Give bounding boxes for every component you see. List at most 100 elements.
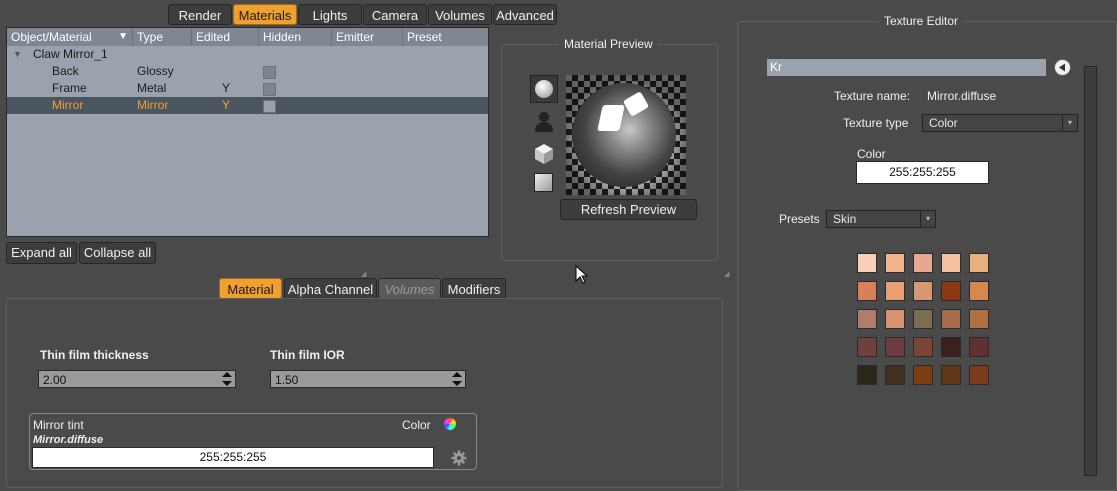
tab-volumes[interactable]: Volumes: [428, 4, 492, 25]
color-label: Color: [857, 147, 886, 161]
preset-swatch[interactable]: [885, 365, 905, 385]
preset-swatch[interactable]: [969, 253, 989, 273]
sphere-shape-button[interactable]: [530, 75, 558, 103]
preset-swatch[interactable]: [857, 365, 877, 385]
tab-alpha-channel[interactable]: Alpha Channel: [284, 278, 377, 299]
chevron-down-icon: ▾: [1062, 115, 1077, 131]
row-edited: Y: [222, 81, 231, 95]
preset-swatch[interactable]: [941, 253, 961, 273]
collapse-all-button[interactable]: Collapse all: [79, 242, 156, 264]
channel-field[interactable]: Kr: [767, 59, 1046, 76]
preset-swatch[interactable]: [941, 337, 961, 357]
bust-icon-shoulders: [535, 122, 553, 132]
thin-film-thickness-spinner[interactable]: 2.00: [38, 370, 236, 388]
mirror-tint-mode: Color: [402, 418, 431, 432]
plane-shape-button[interactable]: [534, 173, 553, 192]
thin-film-thickness-label: Thin film thickness: [40, 348, 149, 362]
texture-name-label: Texture name:: [834, 89, 911, 103]
texture-type-value: Color: [929, 116, 958, 130]
bust-shape-button[interactable]: [530, 108, 558, 136]
presets-label: Presets: [779, 212, 820, 226]
preset-swatch[interactable]: [941, 309, 961, 329]
material-preview-title: Material Preview: [559, 37, 658, 51]
spinner-arrows-icon: [452, 372, 462, 386]
row-name: Frame: [52, 81, 87, 95]
group-label: Claw Mirror_1: [33, 47, 108, 61]
thin-film-ior-label: Thin film IOR: [270, 348, 345, 362]
column-header-edited[interactable]: Edited: [192, 28, 259, 46]
color-wheel-icon[interactable]: [444, 418, 456, 430]
tab-camera[interactable]: Camera: [363, 4, 427, 25]
sort-arrow-icon: ▼: [118, 31, 128, 42]
back-arrow-icon: [1059, 63, 1065, 72]
mirror-tint-label: Mirror tint: [33, 418, 84, 432]
hidden-checkbox[interactable]: [263, 66, 276, 79]
mirror-tint-texture-name: Mirror.diffuse: [33, 434, 104, 446]
preset-swatch[interactable]: [941, 365, 961, 385]
preset-swatch[interactable]: [885, 309, 905, 329]
preset-swatch[interactable]: [857, 253, 877, 273]
preset-swatch[interactable]: [969, 309, 989, 329]
gear-icon[interactable]: [451, 450, 467, 466]
thin-film-ior-spinner[interactable]: 1.50: [270, 370, 466, 388]
splitter-handle-icon[interactable]: ◢: [361, 270, 366, 278]
row-name: Mirror: [52, 98, 84, 112]
preset-swatch[interactable]: [969, 365, 989, 385]
presets-select[interactable]: Skin ▾: [826, 210, 936, 228]
material-preview-image: [566, 75, 686, 195]
cube-icon: [535, 144, 553, 164]
texture-color-field[interactable]: 255:255:255: [856, 161, 989, 184]
table-row-selected[interactable]: Mirror Mirror Y: [7, 97, 488, 114]
tab-render[interactable]: Render: [168, 4, 232, 25]
preview-sphere: [572, 83, 676, 187]
column-header-hidden[interactable]: Hidden: [259, 28, 332, 46]
tab-volumes-disabled: Volumes: [378, 278, 441, 299]
scrollbar-track[interactable]: [1084, 66, 1097, 476]
preset-swatch[interactable]: [857, 309, 877, 329]
table-row[interactable]: Back Glossy: [7, 63, 488, 80]
row-name: Back: [52, 64, 79, 78]
presets-value: Skin: [833, 212, 857, 226]
texture-type-select[interactable]: Color ▾: [922, 114, 1078, 132]
row-type: Glossy: [137, 64, 174, 78]
texture-name-value: Mirror.diffuse: [927, 89, 997, 103]
thin-film-thickness-value: 2.00: [43, 373, 67, 387]
preset-swatch[interactable]: [857, 281, 877, 301]
preset-swatch[interactable]: [885, 253, 905, 273]
preset-swatch[interactable]: [913, 253, 933, 273]
column-header-type[interactable]: Type: [133, 28, 192, 46]
preset-swatch[interactable]: [885, 281, 905, 301]
table-row[interactable]: Frame Metal Y: [7, 80, 488, 97]
tab-modifiers[interactable]: Modifiers: [442, 278, 506, 299]
column-header-object-material[interactable]: Object/Material ▼: [7, 28, 133, 46]
preset-swatch[interactable]: [913, 365, 933, 385]
preset-swatch[interactable]: [857, 337, 877, 357]
preset-swatch[interactable]: [941, 281, 961, 301]
mouse-cursor-icon: [575, 265, 589, 284]
splitter-handle-icon[interactable]: ◢: [724, 270, 729, 278]
preset-swatch[interactable]: [885, 337, 905, 357]
tab-material[interactable]: Material: [219, 278, 282, 299]
preset-swatch[interactable]: [913, 337, 933, 357]
tab-materials[interactable]: Materials: [233, 4, 297, 25]
hidden-checkbox[interactable]: [263, 83, 276, 96]
tab-advanced[interactable]: Advanced: [493, 4, 557, 25]
preset-swatch[interactable]: [913, 309, 933, 329]
expand-all-button[interactable]: Expand all: [6, 242, 77, 264]
cube-shape-button[interactable]: [530, 140, 558, 168]
hidden-checkbox[interactable]: [263, 100, 276, 113]
preset-swatch[interactable]: [969, 337, 989, 357]
collapse-triangle-icon[interactable]: ▼: [13, 46, 22, 63]
texture-type-label: Texture type: [843, 116, 909, 130]
tab-lights[interactable]: Lights: [298, 4, 362, 25]
mirror-tint-color-field[interactable]: 255:255:255: [32, 447, 434, 468]
bust-icon: [539, 112, 549, 122]
column-label: Object/Material: [11, 30, 92, 44]
table-row-group[interactable]: ▼ Claw Mirror_1: [7, 46, 488, 63]
column-header-emitter[interactable]: Emitter: [332, 28, 403, 46]
column-header-preset[interactable]: Preset: [403, 28, 490, 46]
preset-swatch[interactable]: [913, 281, 933, 301]
back-arrow-button[interactable]: [1054, 59, 1071, 76]
refresh-preview-button[interactable]: Refresh Preview: [560, 199, 697, 220]
preset-swatch[interactable]: [969, 281, 989, 301]
